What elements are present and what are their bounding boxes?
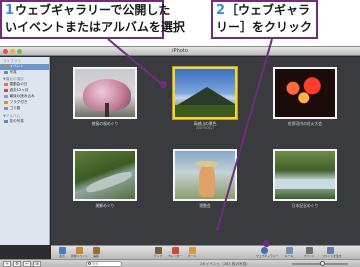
sidebar-item[interactable]: フラグ付き	[4, 100, 49, 106]
sidebar-item[interactable]: イベント	[0, 64, 49, 70]
callout-1-text-1: ウェブギャラリーで公開した	[15, 3, 171, 17]
callout-2-text-1: ［ウェブギャラ	[226, 3, 311, 17]
sidebar-item[interactable]: 花の写真	[4, 119, 49, 125]
web-gallery-icon	[260, 247, 268, 254]
sidebar-item-label: 花の写真	[9, 119, 24, 123]
event-icon	[4, 82, 8, 86]
sidebar-item[interactable]: 運動会の日	[4, 82, 49, 88]
sidebar-item[interactable]: 最後の読み込み	[4, 94, 49, 100]
event-title[interactable]: 徳島の桜めぐり	[73, 121, 137, 126]
event-thumbnail[interactable]	[273, 67, 337, 119]
event-tile[interactable]: 徳島の桜めぐり	[73, 67, 137, 129]
photo-detail	[199, 163, 215, 197]
sidebar-item[interactable]: 過去12ヶ月	[4, 88, 49, 94]
sidebar-item-label: 最後の読み込み	[9, 94, 35, 98]
calendar-tool-icon	[171, 247, 179, 254]
event-thumbnail[interactable]	[173, 67, 237, 119]
event-tile[interactable]: 日本記念めぐり	[273, 149, 337, 211]
callout-2-line-1: 2［ウェブギャラ	[213, 2, 316, 19]
event-tile[interactable]: 美郷めぐり	[73, 149, 137, 211]
step-1-number: 1	[5, 3, 15, 18]
event-thumbnail[interactable]	[273, 149, 337, 201]
card-icon	[188, 247, 196, 254]
flag-icon	[4, 100, 8, 104]
new-event-icon	[75, 247, 83, 254]
mail-icon	[285, 247, 293, 254]
action-menu-button[interactable]: ⚙	[13, 261, 21, 267]
zoom-window-icon[interactable]	[17, 49, 22, 54]
event-tile[interactable]: 佐那河内の花火大会	[273, 67, 337, 129]
photos-icon	[4, 70, 8, 74]
sidebar-item-label: 写真	[9, 70, 17, 74]
toolbar-button-label: 編集	[93, 254, 99, 258]
photo-detail	[105, 103, 109, 117]
photo-detail	[84, 169, 134, 195]
photo-detail	[195, 161, 219, 167]
trash-icon	[4, 106, 8, 110]
events-browser: 徳島の桜めぐり 高越山の景色 2007/03/17 佐那河内の花火大会美郷めぐり 運動会…	[51, 57, 360, 245]
event-title[interactable]: 日本記念めぐり	[273, 203, 337, 208]
toolbar-button-label: ウェブギャラリー	[256, 254, 279, 258]
fullscreen-button[interactable]: ⊞	[33, 261, 41, 267]
step-2-number: 2	[216, 3, 226, 18]
minimize-window-icon[interactable]	[10, 49, 15, 54]
event-title[interactable]: 美郷めぐり	[73, 203, 137, 208]
toolbar-button-label: プリントを注文	[322, 254, 342, 258]
iphoto-window: iPhoto ライブラリ イベント 写真 ▼最近の項目 運動会の日 過去12ヶ月 最後…	[0, 46, 360, 267]
event-thumbnail[interactable]	[73, 67, 137, 119]
toolbar-button-label: プリント	[303, 254, 315, 258]
status-bar: + ⚙ ↩ ⊞ 検索 26 イベント（283 枚の写真）	[0, 259, 360, 267]
window-titlebar[interactable]: iPhoto	[0, 47, 360, 56]
order-prints-icon	[326, 247, 334, 254]
edit-icon	[92, 247, 100, 254]
event-tile[interactable]: 運動会	[173, 149, 237, 211]
sidebar-item[interactable]: 写真	[4, 70, 49, 76]
sidebar-item-label: イベント	[9, 64, 24, 68]
callout-1-line-1: 1ウェブギャラリーで公開した	[2, 2, 170, 19]
event-title[interactable]: 佐那河内の花火大会	[273, 121, 337, 126]
library-status-text: 26 イベント（283 枚の写真）	[200, 262, 250, 266]
toolbar-button-label: メール	[284, 254, 294, 258]
sidebar-item-label: 運動会の日	[9, 82, 28, 86]
search-field[interactable]: 検索	[86, 261, 122, 267]
search-icon	[88, 262, 91, 265]
toolbar-button-label: 新規イベント	[71, 254, 88, 258]
toolbar-button-label: カード	[187, 254, 197, 258]
toolbar-button-label: ブック	[153, 254, 163, 258]
event-tile[interactable]: 高越山の景色 2007/03/17	[173, 67, 237, 130]
event-date: 2007/03/17	[195, 126, 215, 130]
sidebar-item-label: フラグ付き	[9, 100, 28, 104]
event-title[interactable]: 運動会	[173, 203, 237, 208]
callout-1-pointer-dot	[160, 81, 167, 88]
info-icon	[58, 247, 66, 254]
window-title: iPhoto	[172, 48, 188, 54]
callout-1-line-2: いイベントまたはアルバムを選択	[5, 20, 185, 34]
callout-2-pointer-dot	[263, 240, 270, 247]
import-icon	[4, 94, 8, 98]
album-icon	[4, 119, 8, 123]
calendar-icon	[4, 88, 8, 92]
callout-step-2: 2［ウェブギャラ リー］をクリック	[211, 0, 318, 39]
source-list-sidebar: ライブラリ イベント 写真 ▼最近の項目 運動会の日 過去12ヶ月 最後の読み込み フラ…	[0, 57, 50, 245]
photo-detail	[175, 105, 235, 117]
sidebar-item-label: ゴミ箱	[9, 106, 21, 110]
sidebar-item[interactable]: ゴミ箱	[4, 106, 49, 112]
toolbar-button-label: 表示	[59, 254, 65, 258]
rotate-button[interactable]: ↩	[23, 261, 31, 267]
events-icon	[4, 64, 8, 68]
photo-detail	[275, 179, 335, 189]
toolbar-button-label: カレンダー	[168, 254, 182, 258]
zoom-slider-knob[interactable]	[320, 261, 325, 266]
sidebar-item-label: 過去12ヶ月	[9, 88, 29, 92]
event-thumbnail[interactable]	[73, 149, 137, 201]
callout-2-line-2: リー］をクリック	[216, 20, 313, 34]
add-album-button[interactable]: +	[3, 261, 11, 267]
print-icon	[305, 247, 313, 254]
book-icon	[154, 247, 162, 254]
callout-step-1: 1ウェブギャラリーで公開した いイベントまたはアルバムを選択	[0, 0, 185, 39]
bottom-toolbar: 表示 新規イベント 編集 ブック カレンダー カード ウェブギャラリー メール プリント プリント…	[51, 245, 360, 259]
close-window-icon[interactable]	[3, 49, 8, 54]
